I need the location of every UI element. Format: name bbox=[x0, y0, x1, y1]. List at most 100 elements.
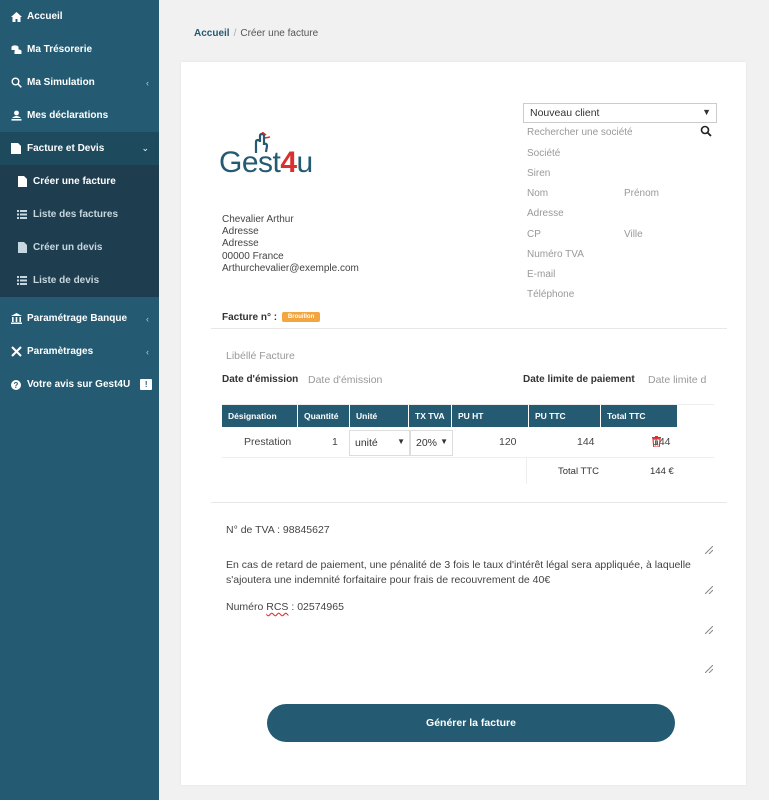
sidebar-item-label: Accueil bbox=[27, 11, 63, 22]
col-tva: TX TVA bbox=[409, 404, 452, 427]
telephone-field[interactable]: Téléphone bbox=[527, 289, 574, 300]
sidebar-item-accueil[interactable]: Accueil bbox=[0, 0, 159, 33]
col-total-ttc: Total TTC bbox=[607, 411, 646, 421]
tva-field[interactable]: Numéro TVA bbox=[527, 249, 584, 260]
tva-select[interactable]: 20% ▼ bbox=[410, 430, 453, 456]
emission-date-input[interactable]: Date d'émission bbox=[308, 374, 382, 386]
submenu-item-creer-facture[interactable]: Créer une facture bbox=[0, 165, 159, 198]
sender-address-line: Adresse bbox=[222, 226, 259, 238]
pu-ht-input[interactable]: 120 bbox=[499, 436, 517, 448]
chevron-left-icon: ‹ bbox=[146, 313, 149, 324]
col-designation: Désignation bbox=[222, 404, 298, 427]
divider bbox=[222, 457, 714, 458]
chevron-left-icon: ‹ bbox=[146, 77, 149, 88]
due-date-input[interactable]: Date limite d bbox=[648, 374, 713, 386]
designation-input[interactable]: Prestation bbox=[244, 436, 291, 448]
societe-field[interactable]: Société bbox=[527, 148, 560, 159]
sidebar-item-avis[interactable]: ? Votre avis sur Gest4U ! bbox=[0, 368, 159, 401]
dropdown-arrow-icon: ▼ bbox=[440, 437, 448, 446]
user-upload-icon bbox=[10, 110, 22, 122]
tools-icon bbox=[10, 346, 22, 358]
invoice-number: Facture n° : Brouillon bbox=[222, 312, 321, 323]
ville-field[interactable]: Ville bbox=[624, 229, 643, 240]
facture-submenu: Créer une facture Liste des factures Cré… bbox=[0, 165, 159, 297]
sidebar-item-label: Paramètrages bbox=[27, 346, 94, 357]
list-icon bbox=[16, 275, 28, 287]
tva-number-text[interactable]: N° de TVA : 98845627 bbox=[226, 523, 330, 538]
sidebar-item-parametrages[interactable]: Paramètrages ‹ bbox=[0, 335, 159, 368]
submenu-item-creer-devis[interactable]: Créer un devis bbox=[0, 231, 159, 264]
submenu-item-liste-factures[interactable]: Liste des factures bbox=[0, 198, 159, 231]
quantite-input[interactable]: 1 bbox=[332, 436, 338, 448]
sidebar: Accueil Ma Trésorerie Ma Simulation ‹ Me… bbox=[0, 0, 159, 800]
dropdown-arrow-icon: ▼ bbox=[397, 437, 405, 446]
chevron-left-icon: ‹ bbox=[146, 346, 149, 357]
sidebar-item-label: Mes déclarations bbox=[27, 110, 109, 121]
document-icon bbox=[10, 143, 22, 155]
file-icon bbox=[16, 242, 28, 254]
nom-field[interactable]: Nom bbox=[527, 188, 548, 199]
sidebar-item-label: Facture et Devis bbox=[27, 143, 105, 154]
client-select[interactable]: Nouveau client ▼ bbox=[523, 103, 717, 123]
question-icon: ? bbox=[10, 379, 22, 391]
trash-icon[interactable] bbox=[652, 436, 661, 447]
pu-ttc-value: 144 bbox=[577, 436, 595, 448]
status-badge: Brouillon bbox=[281, 312, 321, 323]
sender-city: 00000 France bbox=[222, 250, 284, 262]
email-field[interactable]: E-mail bbox=[527, 269, 555, 280]
siren-field[interactable]: Siren bbox=[527, 168, 550, 179]
sidebar-item-declarations[interactable]: Mes déclarations bbox=[0, 99, 159, 132]
sender-name: Chevalier Arthur bbox=[222, 214, 294, 225]
col-quantite: Quantité bbox=[298, 404, 350, 427]
sender-address-line: Adresse bbox=[222, 238, 259, 250]
sidebar-item-label: Ma Trésorerie bbox=[27, 44, 93, 55]
feedback-badge: ! bbox=[140, 379, 153, 390]
search-company-input[interactable]: Rechercher une société bbox=[527, 127, 633, 138]
submenu-item-label: Liste des factures bbox=[33, 209, 119, 220]
company-logo: Gest4u bbox=[219, 132, 339, 192]
sidebar-item-simulation[interactable]: Ma Simulation ‹ bbox=[0, 66, 159, 99]
adresse-field[interactable]: Adresse bbox=[527, 208, 564, 219]
sidebar-item-label: Votre avis sur Gest4U bbox=[27, 379, 131, 390]
submenu-item-label: Créer un devis bbox=[33, 242, 103, 253]
sidebar-item-facture-devis[interactable]: Facture et Devis ⌄ bbox=[0, 132, 159, 165]
items-table-header: Désignation Quantité Unité TX TVA PU HT … bbox=[222, 404, 677, 427]
cp-field[interactable]: CP bbox=[527, 229, 541, 240]
total-label: Total TTC bbox=[558, 466, 600, 477]
resize-handle-icon[interactable] bbox=[705, 546, 713, 554]
breadcrumb-current: Créer une facture bbox=[240, 28, 319, 39]
home-icon bbox=[10, 11, 22, 23]
divider bbox=[211, 502, 727, 503]
divider bbox=[211, 328, 727, 329]
divider bbox=[526, 457, 527, 484]
unite-select[interactable]: unité ▼ bbox=[349, 430, 410, 456]
emission-date-label: Date d'émission bbox=[222, 374, 299, 385]
total-value: 144 € bbox=[650, 466, 674, 477]
col-unite: Unité bbox=[350, 404, 409, 427]
sidebar-item-label: Paramétrage Banque bbox=[27, 313, 128, 324]
submenu-item-label: Liste de devis bbox=[33, 275, 100, 286]
generate-invoice-button[interactable]: Générer la facture bbox=[267, 704, 675, 742]
bank-icon bbox=[10, 313, 22, 325]
sidebar-item-parametrage-banque[interactable]: Paramétrage Banque ‹ bbox=[0, 302, 159, 335]
divider bbox=[222, 404, 714, 405]
chevron-down-icon: ⌄ bbox=[141, 143, 149, 153]
prenom-field[interactable]: Prénom bbox=[624, 188, 659, 199]
coins-icon bbox=[10, 44, 22, 56]
resize-handle-icon[interactable] bbox=[705, 665, 713, 673]
resize-handle-icon[interactable] bbox=[705, 626, 713, 634]
breadcrumb-home-link[interactable]: Accueil bbox=[194, 28, 230, 39]
search-icon[interactable] bbox=[700, 125, 712, 137]
dropdown-arrow-icon: ▼ bbox=[702, 107, 711, 117]
sidebar-item-tresorerie[interactable]: Ma Trésorerie bbox=[0, 33, 159, 66]
list-icon bbox=[16, 209, 28, 221]
sender-address: Chevalier Arthur Adresse Adresse 00000 F… bbox=[222, 214, 359, 275]
col-pu-ht: PU HT bbox=[452, 404, 529, 427]
libelle-facture-input[interactable]: Libéllé Facture bbox=[226, 350, 295, 362]
resize-handle-icon[interactable] bbox=[705, 586, 713, 594]
search-icon bbox=[10, 77, 22, 89]
submenu-item-liste-devis[interactable]: Liste de devis bbox=[0, 264, 159, 297]
sidebar-item-label: Ma Simulation bbox=[27, 77, 95, 88]
rcs-text[interactable]: Numéro RCS : 02574965 bbox=[226, 600, 344, 615]
penalty-text[interactable]: En cas de retard de paiement, une pénali… bbox=[226, 558, 696, 588]
